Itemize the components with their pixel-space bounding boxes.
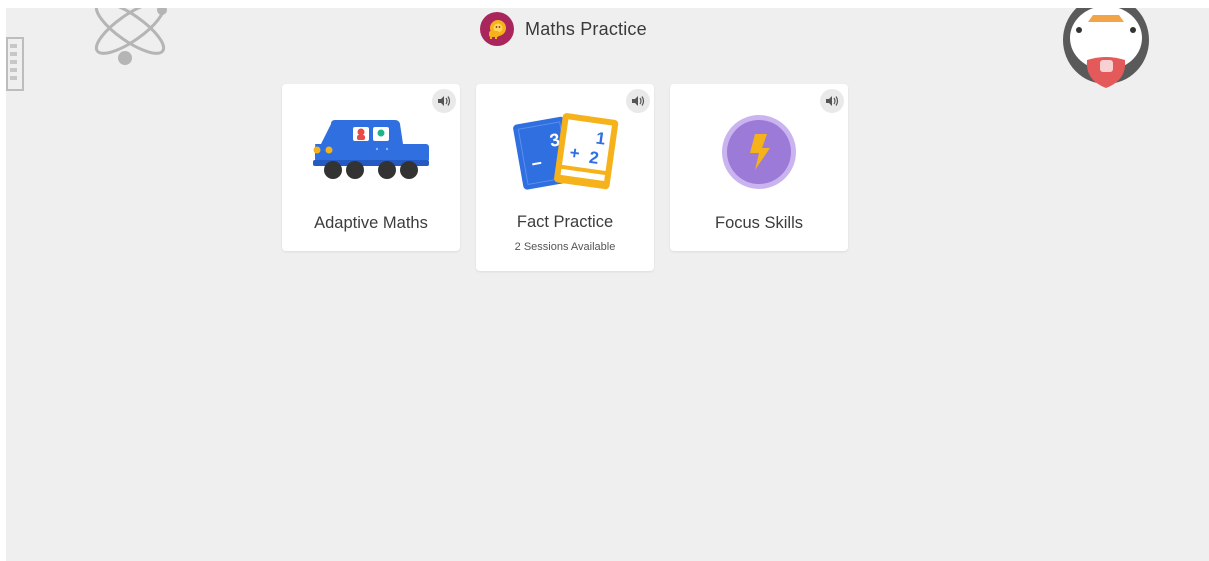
speaker-icon: [438, 96, 451, 106]
card-title: Adaptive Maths: [314, 214, 428, 232]
penguin-icon: [1063, 8, 1149, 88]
speaker-button[interactable]: [432, 89, 456, 113]
ruler-icon: [6, 37, 24, 91]
app-logo: [480, 12, 514, 46]
flashcards-icon: 3 − 1 + 2: [513, 113, 619, 190]
lightning-icon: [722, 115, 796, 189]
page-header: Maths Practice: [480, 10, 647, 48]
focus-skills-card[interactable]: Focus Skills: [670, 84, 848, 251]
page-title: Maths Practice: [525, 18, 647, 39]
speaker-button[interactable]: [626, 89, 650, 113]
atom-icon: [94, 8, 167, 65]
card-title: Fact Practice: [516, 213, 614, 231]
sessions-available-text: 2 Sessions Available: [514, 241, 616, 253]
car-icon: [313, 120, 429, 179]
card-title: Focus Skills: [714, 214, 804, 232]
lion-logo-icon: [489, 20, 506, 39]
speaker-icon: [632, 96, 645, 106]
app-stage: Maths Practice Adaptive Maths 3 − 1 + 2 …: [6, 8, 1209, 561]
adaptive-maths-card[interactable]: Adaptive Maths: [282, 84, 460, 251]
speaker-icon: [826, 96, 839, 106]
fact-practice-card[interactable]: 3 − 1 + 2 Fact Practice 2 Sessions Avail…: [476, 84, 654, 271]
speaker-button[interactable]: [820, 89, 844, 113]
